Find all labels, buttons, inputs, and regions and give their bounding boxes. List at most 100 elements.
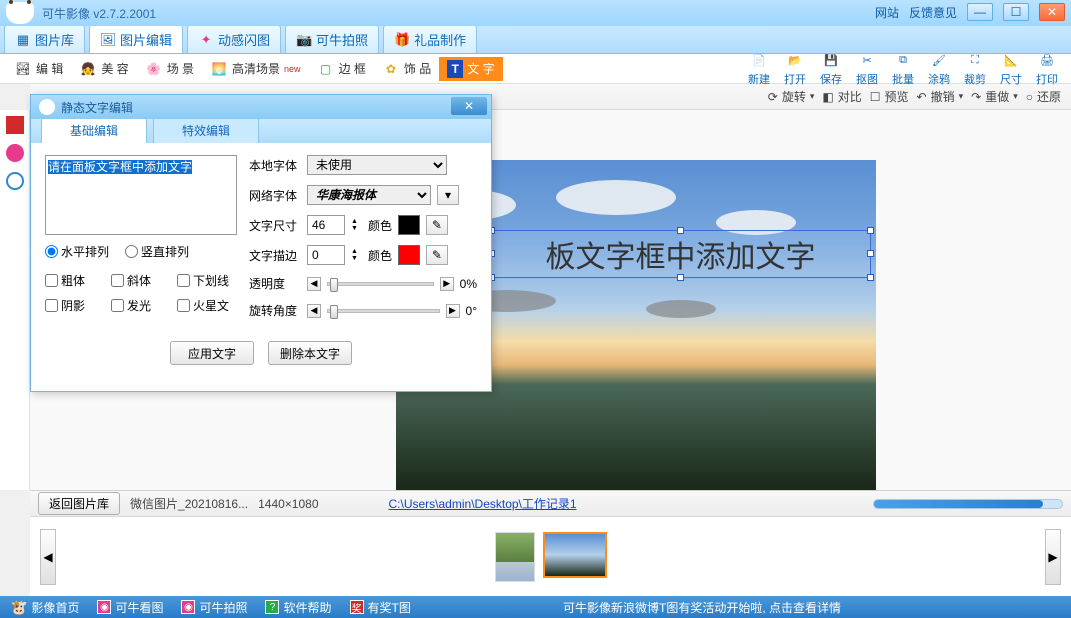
thumb-2[interactable] xyxy=(543,532,607,578)
app-title: 可牛影像 v2.7.2.2001 xyxy=(42,5,156,22)
text-input[interactable]: 请在面板文字框中添加文字 xyxy=(45,155,237,235)
tool-hdscene[interactable]: 🌅高清场景new xyxy=(202,57,309,81)
opacity-slider[interactable] xyxy=(327,282,434,286)
side-tool-1[interactable] xyxy=(6,116,24,134)
sel-netfont[interactable]: 华康海报体 xyxy=(307,185,431,205)
inp-stroke[interactable] xyxy=(307,245,345,265)
zoom-slider[interactable] xyxy=(873,499,1063,509)
side-tool-3[interactable] xyxy=(6,172,24,190)
opacity-dec[interactable]: ◀ xyxy=(307,277,321,291)
gift-icon: 🎁 xyxy=(394,32,410,48)
act-restore[interactable]: ○还原 xyxy=(1026,88,1061,105)
btn-open[interactable]: 📂打开 xyxy=(777,50,813,87)
color-text[interactable] xyxy=(398,215,420,235)
redo-icon: ↷ xyxy=(971,90,981,104)
tab-edit[interactable]: 🖼图片编辑 xyxy=(89,25,183,53)
dtab-fx[interactable]: 特效编辑 xyxy=(153,117,259,143)
foot-award[interactable]: 奖有奖T图 xyxy=(350,599,411,616)
dialog-title: 静态文字编辑 xyxy=(61,99,133,116)
sel-localfont[interactable]: 未使用 xyxy=(307,155,447,175)
btn-delete-text[interactable]: 删除本文字 xyxy=(268,341,352,365)
batch-icon: ⧉ xyxy=(893,50,913,70)
tool-edit[interactable]: 🏞编 辑 xyxy=(6,57,71,81)
btn-apply-text[interactable]: 应用文字 xyxy=(170,341,254,365)
act-preview[interactable]: ☐预览 xyxy=(870,88,909,105)
angle-slider[interactable] xyxy=(327,309,440,313)
btn-size[interactable]: 📐尺寸 xyxy=(993,50,1029,87)
filmstrip-next[interactable]: ▶ xyxy=(1045,529,1061,585)
restore-icon: ○ xyxy=(1026,90,1033,104)
dtab-basic[interactable]: 基础编辑 xyxy=(41,117,147,143)
btn-back-library[interactable]: 返回图片库 xyxy=(38,492,120,515)
act-rotate[interactable]: ⟳旋转▾ xyxy=(768,88,815,105)
chk-glow[interactable]: 发光 xyxy=(111,297,173,314)
foot-home[interactable]: 🐮影像首页 xyxy=(10,599,79,616)
radio-vert[interactable]: 竖直排列 xyxy=(125,243,189,260)
tool-ornament[interactable]: ✿饰 品 xyxy=(374,57,439,81)
lbl-size: 文字尺寸 xyxy=(249,217,301,234)
dialog-close[interactable]: ✕ xyxy=(451,97,487,115)
chk-underline[interactable]: 下划线 xyxy=(177,272,239,289)
chk-shadow[interactable]: 阴影 xyxy=(45,297,107,314)
link-website[interactable]: 网站 xyxy=(875,4,899,21)
angle-dec[interactable]: ◀ xyxy=(307,304,321,318)
lbl-netfont: 网络字体 xyxy=(249,187,301,204)
btn-doodle[interactable]: 🖌涂鸦 xyxy=(921,50,957,87)
tab-camera[interactable]: 📷可牛拍照 xyxy=(285,25,379,53)
chk-mars[interactable]: 火星文 xyxy=(177,297,239,314)
titlebar: 可牛影像 v2.7.2.2001 网站 反馈意见 — ☐ ✕ xyxy=(0,0,1071,26)
foot-help[interactable]: ?软件帮助 xyxy=(265,599,331,616)
minimize-button[interactable]: — xyxy=(967,3,993,21)
btn-cutout[interactable]: ✂抠图 xyxy=(849,50,885,87)
side-tool-2[interactable] xyxy=(6,144,24,162)
btn-save[interactable]: 💾保存 xyxy=(813,50,849,87)
act-undo[interactable]: ↶撤销▾ xyxy=(917,88,964,105)
scissors-icon: ✂ xyxy=(857,50,877,70)
filepath[interactable]: C:\Users\admin\Desktop\工作记录1 xyxy=(389,495,577,512)
landscape-icon: 🏞 xyxy=(14,60,32,78)
tab-animation[interactable]: ✦动感闪图 xyxy=(187,25,281,53)
btn-crop[interactable]: ⛶裁剪 xyxy=(957,50,993,87)
angle-inc[interactable]: ▶ xyxy=(446,304,460,318)
eyedrop-stroke[interactable]: ✎ xyxy=(426,245,448,265)
print-icon: 🖨 xyxy=(1037,50,1057,70)
chk-bold[interactable]: 粗体 xyxy=(45,272,107,289)
tab-library[interactable]: ▦图片库 xyxy=(4,25,85,53)
filmstrip: ◀ ▶ xyxy=(30,516,1071,596)
scene-icon: 🌸 xyxy=(145,60,163,78)
tab-gift[interactable]: 🎁礼品制作 xyxy=(383,25,477,53)
ornament-icon: ✿ xyxy=(382,60,400,78)
btn-new[interactable]: 📄新建 xyxy=(741,50,777,87)
inp-size[interactable] xyxy=(307,215,345,235)
maximize-button[interactable]: ☐ xyxy=(1003,3,1029,21)
act-compare[interactable]: ◧对比 xyxy=(822,88,861,105)
radio-horiz[interactable]: 水平排列 xyxy=(45,243,109,260)
opacity-inc[interactable]: ▶ xyxy=(440,277,454,291)
btn-batch[interactable]: ⧉批量 xyxy=(885,50,921,87)
tool-frame[interactable]: ▢边 框 xyxy=(309,57,374,81)
act-redo[interactable]: ↷重做▾ xyxy=(971,88,1018,105)
dialog-header[interactable]: 静态文字编辑 ✕ xyxy=(31,95,491,119)
lbl-stroke: 文字描边 xyxy=(249,247,301,264)
link-feedback[interactable]: 反馈意见 xyxy=(909,4,957,21)
compare-icon: ◧ xyxy=(822,90,833,104)
tool-scene[interactable]: 🌸场 景 xyxy=(137,57,202,81)
tool-beauty[interactable]: 👧美 容 xyxy=(71,57,136,81)
foot-photo[interactable]: ◉可牛拍照 xyxy=(181,599,247,616)
eyedrop-text[interactable]: ✎ xyxy=(426,215,448,235)
preview-icon: ☐ xyxy=(870,90,881,104)
close-button[interactable]: ✕ xyxy=(1039,3,1065,21)
btn-print[interactable]: 🖨打印 xyxy=(1029,50,1065,87)
color-stroke[interactable] xyxy=(398,245,420,265)
app-logo-icon xyxy=(6,2,34,24)
tool-text[interactable]: T文 字 xyxy=(439,57,502,81)
image-icon: 🖼 xyxy=(100,32,116,48)
footer-promo[interactable]: 可牛影像新浪微博T图有奖活动开始啦, 点击查看详情 xyxy=(563,599,841,616)
rotate-icon: ⟳ xyxy=(768,90,778,104)
thumb-1[interactable] xyxy=(495,532,535,582)
foot-view[interactable]: ◉可牛看图 xyxy=(97,599,163,616)
netfont-btn[interactable]: ▾ xyxy=(437,185,459,205)
text-overlay[interactable]: 板文字框中添加文字 xyxy=(491,230,871,278)
chk-italic[interactable]: 斜体 xyxy=(111,272,173,289)
filmstrip-prev[interactable]: ◀ xyxy=(40,529,56,585)
